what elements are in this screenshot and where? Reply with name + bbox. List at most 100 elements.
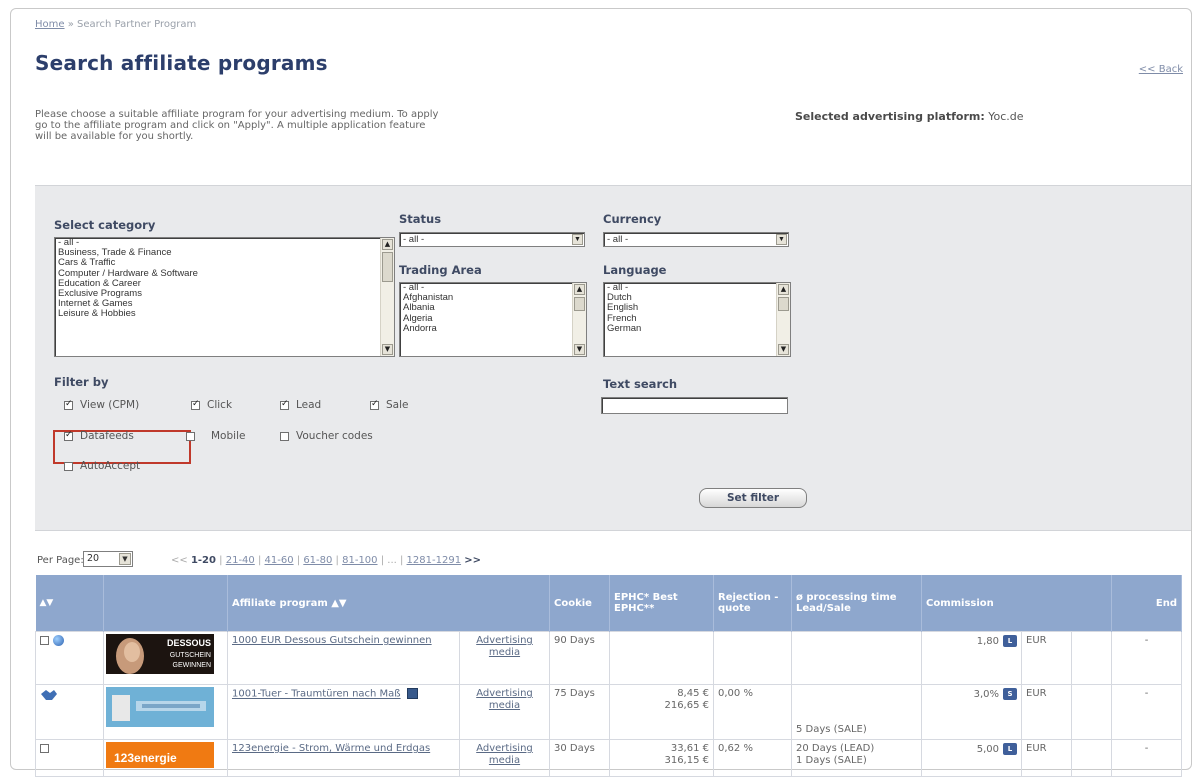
pagination-link[interactable]: 81-100 — [342, 555, 377, 566]
text-search-label: Text search — [603, 377, 678, 391]
currency-label: Currency — [603, 212, 662, 226]
chevron-down-icon[interactable]: ▼ — [776, 234, 787, 245]
banner-cell: DESSOUS GUTSCHEIN GEWINNEN — [103, 631, 228, 685]
datafeeds-label: Datafeeds — [80, 430, 134, 442]
lead-checkbox[interactable] — [280, 399, 289, 410]
scroll-thumb[interactable] — [778, 297, 789, 311]
row-select-cell — [35, 739, 104, 777]
end-cell: - — [1111, 739, 1183, 777]
program-header[interactable]: Affiliate program ▲▼ — [227, 575, 550, 632]
breadcrumb-home-link[interactable]: Home — [35, 19, 65, 30]
trading-area-scrollbar[interactable]: ▲ ▼ — [572, 283, 586, 356]
lead-label: Lead — [296, 399, 322, 411]
trading-area-listbox[interactable]: - all - Afghanistan Albania Algeria Ando… — [399, 282, 587, 357]
scroll-up-icon[interactable]: ▲ — [778, 284, 789, 295]
processing-cell — [791, 631, 922, 685]
advertising-media-link[interactable]: Advertising media — [476, 635, 533, 658]
banner-cell: 123energie — [103, 739, 228, 777]
scroll-thumb[interactable] — [382, 252, 393, 282]
breadcrumb-separator: » — [67, 19, 74, 30]
program-name-link[interactable]: 1001-Tuer - Traumtüren nach Maß — [232, 689, 401, 700]
language-option[interactable]: German — [604, 323, 790, 334]
rejection-cell: 0,00 % — [713, 684, 792, 740]
end-header: End — [1111, 575, 1183, 632]
breadcrumb-current: Search Partner Program — [77, 19, 197, 30]
autoaccept-label: AutoAccept — [80, 460, 141, 472]
scroll-down-icon[interactable]: ▼ — [574, 344, 585, 355]
row-checkbox[interactable] — [40, 743, 49, 753]
view-cpm-checkbox[interactable] — [64, 399, 73, 410]
processing-cell: 5 Days (SALE) — [791, 684, 922, 740]
commission-cell: 3,0% S — [921, 684, 1022, 740]
set-filter-button[interactable]: Set filter — [699, 488, 807, 508]
svg-text:GUTSCHEIN: GUTSCHEIN — [170, 652, 211, 659]
scroll-thumb[interactable] — [574, 297, 585, 311]
epc-cell: 33,61 €316,15 € — [609, 739, 714, 777]
back-link[interactable]: << Back — [1139, 64, 1183, 75]
scroll-down-icon[interactable]: ▼ — [382, 344, 393, 355]
lead-icon: L — [1003, 635, 1017, 647]
voucher-codes-checkbox[interactable] — [280, 432, 289, 441]
category-scrollbar[interactable]: ▲ ▼ — [380, 238, 394, 356]
click-checkbox[interactable] — [191, 399, 200, 410]
sort-select-header[interactable]: ▲▼ — [35, 575, 104, 632]
cookie-cell: 90 Days — [549, 631, 610, 685]
table-row: DESSOUS GUTSCHEIN GEWINNEN 1000 EUR Dess… — [35, 631, 1183, 685]
dessous-banner-image[interactable]: DESSOUS GUTSCHEIN GEWINNEN — [106, 634, 214, 674]
status-select[interactable]: - all - ▼ — [399, 232, 585, 247]
pagination-link[interactable]: 1281-1291 — [407, 555, 462, 566]
rejection-cell — [713, 631, 792, 685]
pagination-prev: << — [171, 555, 188, 566]
category-option[interactable]: Leisure & Hobbies — [55, 309, 394, 319]
globe-icon — [53, 635, 64, 646]
page-frame: Home » Search Partner Program Search aff… — [10, 8, 1192, 777]
category-label: Select category — [54, 218, 156, 232]
end-cell: - — [1111, 684, 1183, 740]
pagination: << 1-20 | 21-40 | 41-60 | 61-80 | 81-100… — [171, 555, 482, 566]
chevron-down-icon[interactable]: ▼ — [119, 553, 131, 565]
table-header-row: ▲▼ Affiliate program ▲▼ Cookie EPHC* Bes… — [35, 575, 1183, 632]
table-row: 123energie 123energie - Strom, Wärme und… — [35, 739, 1183, 777]
program-name-link[interactable]: 123energie - Strom, Wärme und Erdgas — [232, 743, 430, 754]
pagination-link[interactable]: 21-40 — [226, 555, 255, 566]
language-scrollbar[interactable]: ▲ ▼ — [776, 283, 790, 356]
banner-header — [103, 575, 228, 632]
row-select-cell — [35, 631, 104, 685]
currency-select[interactable]: - all - ▼ — [603, 232, 789, 247]
doors-banner-image[interactable] — [106, 687, 214, 727]
mobile-label: Mobile — [211, 430, 246, 442]
trading-area-option[interactable]: Andorra — [400, 323, 586, 334]
per-page-select[interactable]: 20 ▼ — [83, 551, 133, 567]
scroll-down-icon[interactable]: ▼ — [778, 344, 789, 355]
text-search-input[interactable] — [601, 397, 788, 414]
language-listbox[interactable]: - all - Dutch English French German ▲ ▼ — [603, 282, 791, 357]
advertising-media-link[interactable]: Advertising media — [476, 688, 533, 711]
program-name-link[interactable]: 1000 EUR Dessous Gutschein gewinnen — [232, 635, 432, 646]
pagination-link[interactable]: 61-80 — [303, 555, 332, 566]
save-icon[interactable] — [406, 688, 418, 699]
scroll-up-icon[interactable]: ▲ — [574, 284, 585, 295]
language-label: Language — [603, 263, 667, 277]
media-cell: Advertising media — [459, 631, 550, 685]
commission-header: Commission — [921, 575, 1113, 632]
pagination-link[interactable]: 41-60 — [265, 555, 294, 566]
category-listbox[interactable]: - all - Business, Trade & Finance Cars &… — [54, 237, 395, 357]
sale-label: Sale — [386, 399, 409, 411]
results-table: ▲▼ Affiliate program ▲▼ Cookie EPHC* Bes… — [35, 575, 1183, 777]
status-label: Status — [399, 212, 442, 226]
scroll-up-icon[interactable]: ▲ — [382, 239, 393, 250]
program-name-cell: 1000 EUR Dessous Gutschein gewinnen — [227, 631, 460, 685]
sale-checkbox[interactable] — [370, 399, 379, 410]
row-checkbox[interactable] — [40, 636, 49, 645]
advertising-media-link[interactable]: Advertising media — [476, 743, 533, 766]
autoaccept-checkbox[interactable] — [64, 462, 73, 471]
mobile-checkbox[interactable] — [186, 432, 195, 441]
pagination-next[interactable]: >> — [464, 555, 481, 566]
filter-by-label: Filter by — [54, 375, 109, 389]
table-row: 1001-Tuer - Traumtüren nach Maß Advertis… — [35, 684, 1183, 740]
chevron-down-icon[interactable]: ▼ — [572, 234, 583, 245]
datafeeds-checkbox[interactable] — [64, 430, 73, 441]
language-option[interactable]: - all - — [604, 283, 790, 293]
end-cell: - — [1111, 631, 1183, 685]
energie-banner-image[interactable]: 123energie — [106, 742, 214, 768]
